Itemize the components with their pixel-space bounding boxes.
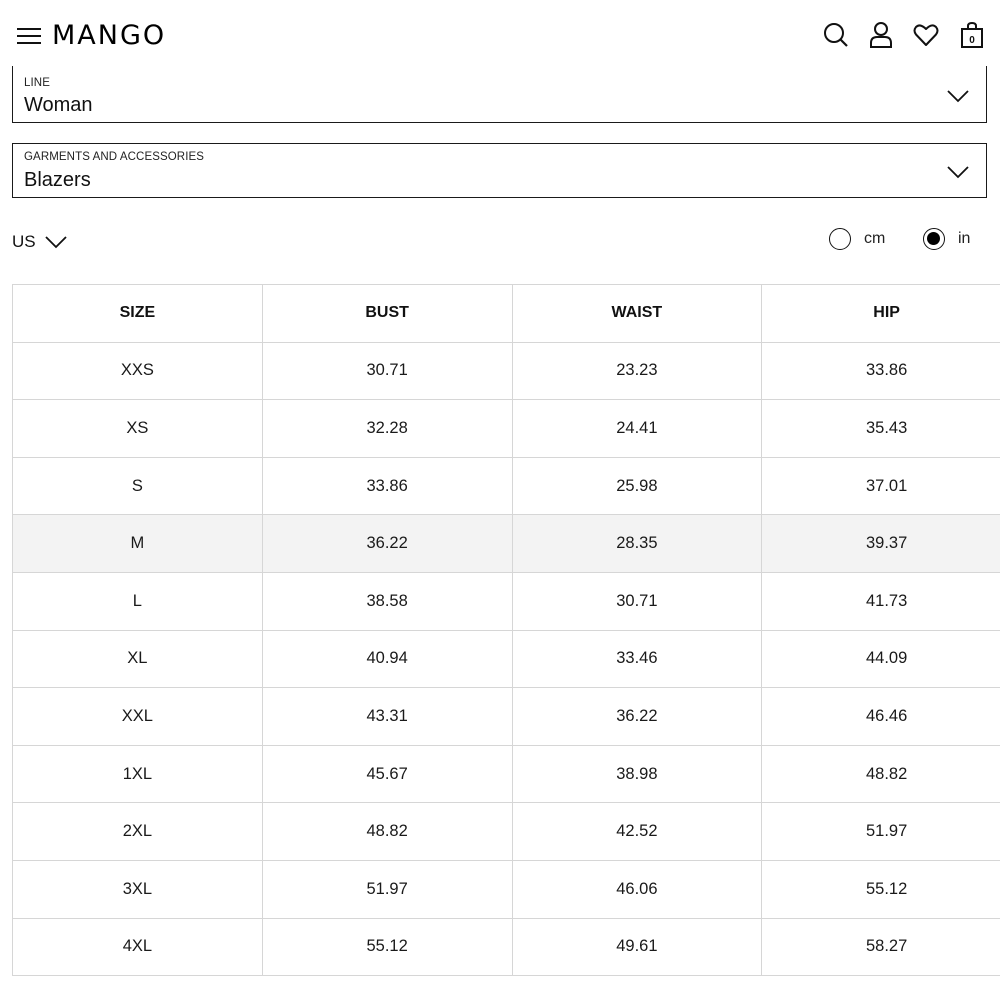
- cell-bust: 38.58: [261, 571, 513, 631]
- size-table-body: XXS 30.71 23.23 33.86 XS 32.28 24.41 35.43 S 33.8…: [12, 341, 1000, 977]
- table-row: XXS 30.71 23.23 33.86: [12, 341, 1000, 401]
- line-select[interactable]: LINE Woman: [12, 66, 987, 123]
- radio-circle-cm[interactable]: [829, 228, 851, 250]
- table-row: M 36.22 28.35 39.37: [12, 514, 1000, 573]
- cell-waist: 28.35: [511, 514, 763, 573]
- cell-size: XS: [12, 399, 263, 458]
- cell-hip: 44.09: [761, 629, 1000, 689]
- cell-bust: 43.31: [261, 687, 513, 746]
- cell-hip: 35.43: [761, 399, 1000, 458]
- cell-hip: 55.12: [761, 859, 1000, 919]
- cell-waist: 38.98: [511, 744, 763, 804]
- table-row: S 33.86 25.98 37.01: [12, 456, 1000, 516]
- unit-radio-cm[interactable]: cm: [829, 228, 885, 250]
- table-row: 3XL 51.97 46.06 55.12: [12, 859, 1000, 919]
- size-chart-table: SIZE BUST WAIST HIP XXS 30.71 23.23 33.86 XS…: [12, 284, 1000, 977]
- cell-waist: 24.41: [511, 399, 763, 458]
- cell-size: XL: [12, 629, 263, 689]
- cell-bust: 32.28: [261, 399, 513, 458]
- table-row: XXL 43.31 36.22 46.46: [12, 687, 1000, 746]
- size-system-select[interactable]: US: [12, 230, 67, 254]
- header-waist: WAIST: [511, 284, 763, 343]
- unit-label-cm: cm: [864, 230, 886, 247]
- cell-size: S: [12, 456, 263, 516]
- cell-size: XXS: [12, 341, 263, 401]
- radio-circle-in[interactable]: [923, 228, 945, 250]
- chevron-down-icon: [44, 236, 67, 249]
- site-header: MANGO 0: [0, 0, 1000, 72]
- cell-size: 2XL: [12, 802, 263, 861]
- cell-waist: 42.52: [511, 802, 763, 861]
- line-select-label: LINE: [24, 77, 50, 89]
- chevron-down-icon: [946, 164, 970, 180]
- brand-logo[interactable]: MANGO: [52, 20, 166, 51]
- cell-waist: 33.46: [511, 629, 763, 689]
- cell-hip: 46.46: [761, 687, 1000, 746]
- search-icon[interactable]: [822, 20, 850, 50]
- user-icon[interactable]: [867, 20, 895, 50]
- cell-bust: 55.12: [261, 917, 513, 977]
- header-size: SIZE: [12, 284, 263, 343]
- table-row: XL 40.94 33.46 44.09: [12, 629, 1000, 689]
- cell-bust: 48.82: [261, 802, 513, 861]
- cell-bust: 30.71: [261, 341, 513, 401]
- cell-hip: 48.82: [761, 744, 1000, 804]
- cell-bust: 36.22: [261, 514, 513, 573]
- cell-bust: 51.97: [261, 859, 513, 919]
- cell-bust: 33.86: [261, 456, 513, 516]
- cell-waist: 46.06: [511, 859, 763, 919]
- cell-waist: 49.61: [511, 917, 763, 977]
- garments-select-label: GARMENTS AND ACCESSORIES: [24, 151, 205, 163]
- size-system-value: US: [12, 232, 36, 251]
- cell-size: 3XL: [12, 859, 263, 919]
- heart-icon[interactable]: [912, 20, 940, 50]
- cell-size: 1XL: [12, 744, 263, 804]
- table-row: 4XL 55.12 49.61 58.27: [12, 917, 1000, 977]
- cell-bust: 40.94: [261, 629, 513, 689]
- cell-waist: 23.23: [511, 341, 763, 401]
- garments-select[interactable]: GARMENTS AND ACCESSORIES Blazers: [12, 143, 987, 198]
- cell-size: 4XL: [12, 917, 263, 977]
- header-bust: BUST: [261, 284, 513, 343]
- cell-size: XXL: [12, 687, 263, 746]
- cell-waist: 25.98: [511, 456, 763, 516]
- table-row: 1XL 45.67 38.98 48.82: [12, 744, 1000, 804]
- table-row: L 38.58 30.71 41.73: [12, 571, 1000, 631]
- cell-size: L: [12, 571, 263, 631]
- cell-size: M: [12, 514, 263, 573]
- cell-hip: 39.37: [761, 514, 1000, 573]
- cell-hip: 37.01: [761, 456, 1000, 516]
- bag-icon[interactable]: 0: [958, 20, 986, 50]
- cell-hip: 58.27: [761, 917, 1000, 977]
- cart-count: 0: [969, 35, 975, 46]
- chevron-down-icon: [946, 88, 970, 104]
- unit-label-in: in: [958, 230, 971, 247]
- cell-hip: 33.86: [761, 341, 1000, 401]
- cell-hip: 51.97: [761, 802, 1000, 861]
- cell-waist: 36.22: [511, 687, 763, 746]
- line-select-value: Woman: [24, 94, 93, 116]
- garments-select-value: Blazers: [24, 169, 91, 191]
- table-row: 2XL 48.82 42.52 51.97: [12, 802, 1000, 861]
- cell-bust: 45.67: [261, 744, 513, 804]
- table-header-row: SIZE BUST WAIST HIP: [12, 284, 1000, 343]
- table-row: XS 32.28 24.41 35.43: [12, 399, 1000, 458]
- unit-radio-in[interactable]: in: [923, 228, 970, 250]
- cell-hip: 41.73: [761, 571, 1000, 631]
- menu-icon[interactable]: [16, 26, 42, 46]
- header-hip: HIP: [761, 284, 1000, 343]
- cell-waist: 30.71: [511, 571, 763, 631]
